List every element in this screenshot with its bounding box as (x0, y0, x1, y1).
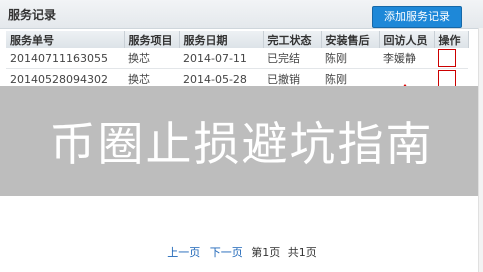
col-header-service-date[interactable]: 服务日期 (179, 31, 264, 48)
pagination: 上一页 下一页 第1页 共1页 (0, 244, 483, 260)
table-header-row: 服务单号 服务项目 服务日期 完工状态 安装售后 回访人员 操作 (6, 31, 469, 48)
cell-status: 已完结 (263, 48, 321, 69)
next-page-link[interactable]: 下一页 (210, 246, 243, 259)
page-total: 共1页 (287, 246, 317, 259)
cell-visitor: 李媛静 (379, 48, 434, 69)
service-record-table: 服务单号 服务项目 服务日期 完工状态 安装售后 回访人员 操作 2014071… (6, 31, 469, 90)
col-header-install[interactable]: 安装售后 (321, 31, 380, 48)
col-header-order-no[interactable]: 服务单号 (6, 31, 125, 48)
table-row[interactable]: 20140711163055 换芯 2014-07-11 已完结 陈刚 李媛静 (6, 48, 468, 69)
view-icon[interactable] (438, 49, 456, 67)
col-header-actions: 操作 (434, 31, 469, 48)
cell-install: 陈刚 (321, 48, 379, 69)
panel-title: 服务记录 (8, 8, 57, 22)
cell-order-no: 20140711163055 (6, 48, 124, 69)
prev-page-link[interactable]: 上一页 (167, 246, 200, 259)
col-header-status[interactable]: 完工状态 (263, 31, 322, 48)
cell-service-date: 2014-07-11 (179, 48, 263, 69)
col-header-visitor[interactable]: 回访人员 (379, 31, 435, 48)
scrollbar[interactable] (478, 28, 483, 272)
panel-header: 服务记录 添加服务记录 (0, 0, 483, 29)
overlay-banner: 币圈止损避坑指南 (0, 86, 483, 196)
cell-service-item: 换芯 (124, 48, 179, 69)
add-service-record-button[interactable]: 添加服务记录 (372, 6, 462, 28)
cell-actions (434, 48, 468, 69)
page-info: 第1页 (251, 246, 281, 259)
col-header-service-item[interactable]: 服务项目 (124, 31, 180, 48)
